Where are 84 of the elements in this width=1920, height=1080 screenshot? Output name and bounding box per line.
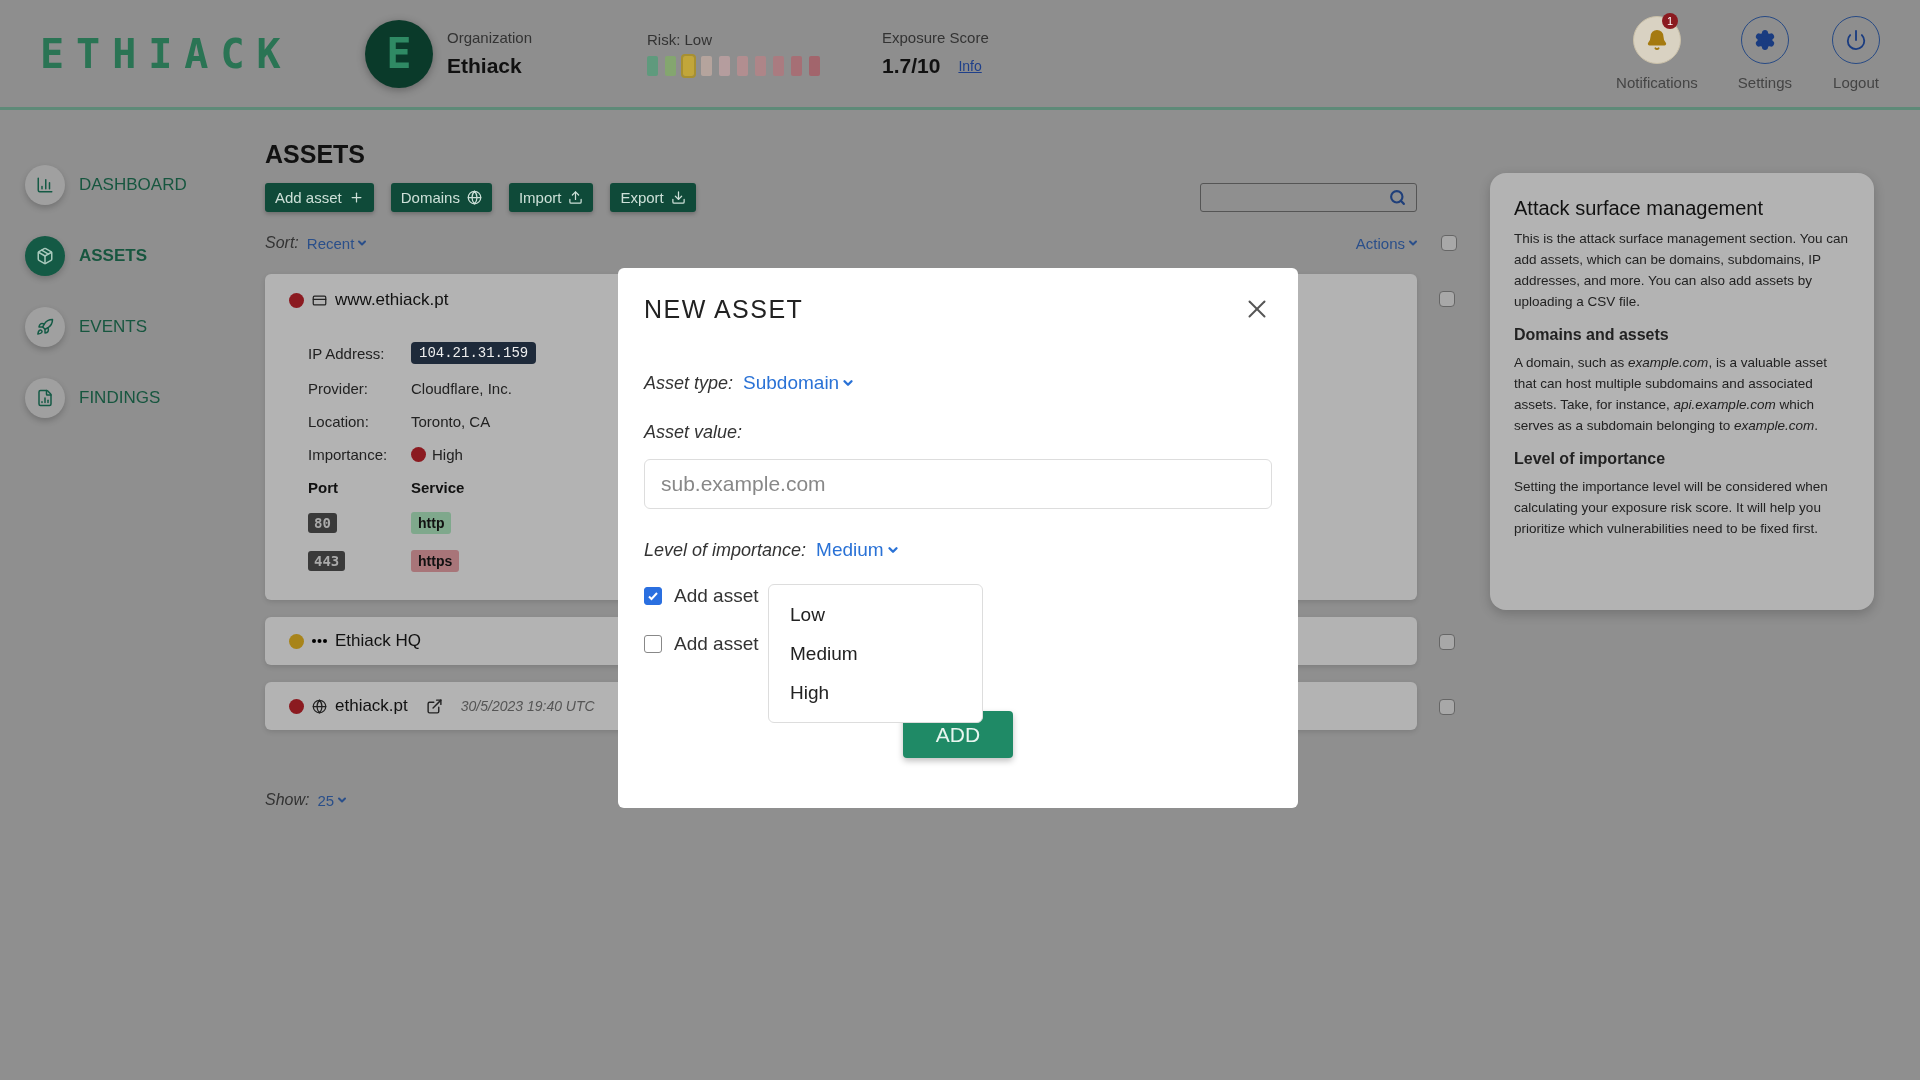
asset-value-field[interactable]: sub.example.com — [644, 459, 1272, 509]
dots-icon — [312, 639, 327, 643]
settings-icon — [1753, 29, 1776, 51]
asset-checkbox[interactable] — [1439, 699, 1455, 715]
ip-address: 104.21.31.159 — [411, 342, 537, 364]
export-button[interactable]: Export — [610, 183, 696, 212]
detail-value: Cloudflare, Inc. — [411, 380, 512, 397]
checkbox-label: Add asset — [674, 633, 759, 655]
detail-label: Importance: — [308, 446, 388, 463]
asset-name: www.ethiack.pt — [335, 290, 449, 310]
card-icon — [312, 292, 327, 308]
actions-dropdown[interactable]: Actions — [1355, 234, 1419, 252]
sidebar-item[interactable]: DASHBOARD — [25, 165, 265, 205]
asset-date: 30/5/2023 19:40 UTC — [460, 698, 595, 714]
add-button[interactable]: Add asset — [265, 183, 374, 212]
detail-label: Provider: — [308, 380, 369, 397]
sidebar-item[interactable]: EVENTS — [25, 307, 265, 347]
asset-name: Ethiack HQ — [335, 631, 421, 651]
organization-name: Ethiack — [447, 54, 523, 78]
asset-checkbox[interactable] — [1439, 634, 1455, 650]
service-tag: http — [411, 512, 452, 534]
plus-icon — [348, 190, 364, 205]
importance-dropdown[interactable]: Medium — [816, 539, 900, 561]
rocket-icon — [36, 318, 54, 336]
chart-icon — [36, 176, 54, 194]
help-title: Attack surface management — [1514, 197, 1764, 220]
field-label: Asset value: — [644, 422, 743, 443]
menu-option[interactable]: High — [769, 673, 982, 712]
document-icon — [36, 389, 54, 407]
help-heading: Domains and assets — [1514, 326, 1670, 344]
external-link-icon[interactable] — [425, 697, 443, 715]
field-label: Asset type: — [644, 372, 734, 394]
column-header: Service — [411, 479, 465, 496]
organization-avatar: E — [365, 19, 433, 88]
checkbox[interactable] — [644, 587, 662, 605]
sidebar-item[interactable]: FINDINGS — [25, 378, 265, 418]
asset-name: ethiack.pt — [335, 696, 408, 716]
exposure-label: Exposure Score — [882, 29, 989, 46]
upload-icon — [568, 190, 584, 205]
column-header: Port — [308, 479, 338, 496]
checkbox[interactable] — [644, 635, 662, 653]
page-title: ASSETS — [265, 140, 367, 169]
globe-icon — [312, 698, 327, 714]
detail-label: IP Address: — [308, 344, 385, 362]
detail-value: Toronto, CA — [411, 413, 491, 430]
domains-button[interactable]: Domains — [390, 183, 492, 212]
search-field[interactable] — [1200, 183, 1417, 212]
bell-icon — [1645, 29, 1668, 51]
power-icon — [1845, 29, 1867, 51]
sort-label: Sort: — [265, 234, 299, 252]
notifications-button[interactable]: 1 Notifications — [1616, 16, 1698, 91]
menu-option[interactable]: Medium — [769, 634, 982, 673]
detail-label: Location: — [308, 413, 369, 430]
sort-dropdown[interactable]: Recent — [306, 234, 369, 252]
port-tag: 80 — [308, 513, 337, 533]
sidebar-item[interactable]: ASSETS — [25, 236, 265, 276]
help-text: Setting the importance level will be considered when calculating your exposure risk score. It will help you prioritize which vulnerabilities need to be fixed first. — [1514, 478, 1829, 538]
import-button[interactable]: Import — [508, 183, 594, 212]
importance-value: High — [432, 446, 463, 463]
box-icon — [36, 247, 54, 265]
select-all-checkbox[interactable] — [1441, 235, 1457, 251]
notification-badge: 1 — [1661, 13, 1678, 29]
asset-checkbox[interactable] — [1439, 291, 1455, 307]
field-label: Level of importance: — [644, 539, 807, 561]
risk-label: Risk: Low — [647, 31, 714, 48]
help-heading: Level of importance — [1514, 450, 1667, 468]
organization-label: Organization — [447, 29, 534, 46]
asset-type-dropdown[interactable]: Subdomain — [743, 372, 856, 394]
dialog-title: NEW ASSET — [644, 294, 804, 324]
show-label: Show: — [265, 791, 310, 809]
exposure-score: 1.7/10 — [882, 54, 941, 78]
ethiack-logo: ETHIACK — [40, 30, 294, 77]
menu-option[interactable]: Low — [769, 595, 982, 634]
help-text: This is the attack surface management section. You can add assets, which can be domains, subdomains, IP addresses, and more. You can also add assets by uploading a CSV file. — [1514, 230, 1849, 311]
port-tag: 443 — [308, 551, 346, 571]
globe-icon — [466, 190, 482, 205]
info-link[interactable]: Info — [958, 58, 982, 74]
download-icon — [670, 190, 686, 205]
service-tag: https — [411, 550, 460, 572]
checkbox-label: Add asset — [674, 585, 759, 607]
help-text: A domain, such as example.com, is a valuable asset that can host multiple subdomains and associated assets. Take, for instance, api.example.com which serves as a subdomain belonging to example.com. — [1514, 354, 1828, 435]
page-size-dropdown[interactable]: 25 — [317, 791, 349, 809]
search-icon — [1389, 189, 1406, 206]
check-icon — [647, 590, 659, 602]
